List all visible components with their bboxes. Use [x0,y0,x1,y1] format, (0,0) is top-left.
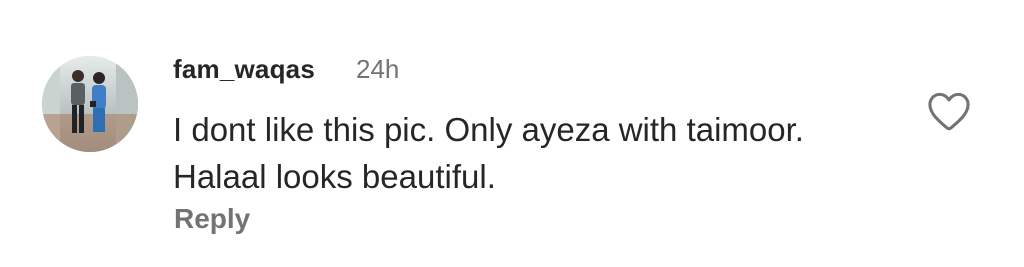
like-button[interactable] [926,90,972,132]
avatar-photo [42,56,138,152]
avatar[interactable] [42,56,138,152]
reply-button[interactable]: Reply [174,203,250,235]
heart-outline-icon [928,92,970,131]
username[interactable]: fam_waqas [173,54,315,85]
timestamp: 24h [356,54,400,84]
comment-item: fam_waqas 24h I dont like this pic. Only… [0,0,1024,267]
comment-text: I dont like this pic. Only ayeza with ta… [173,111,804,195]
